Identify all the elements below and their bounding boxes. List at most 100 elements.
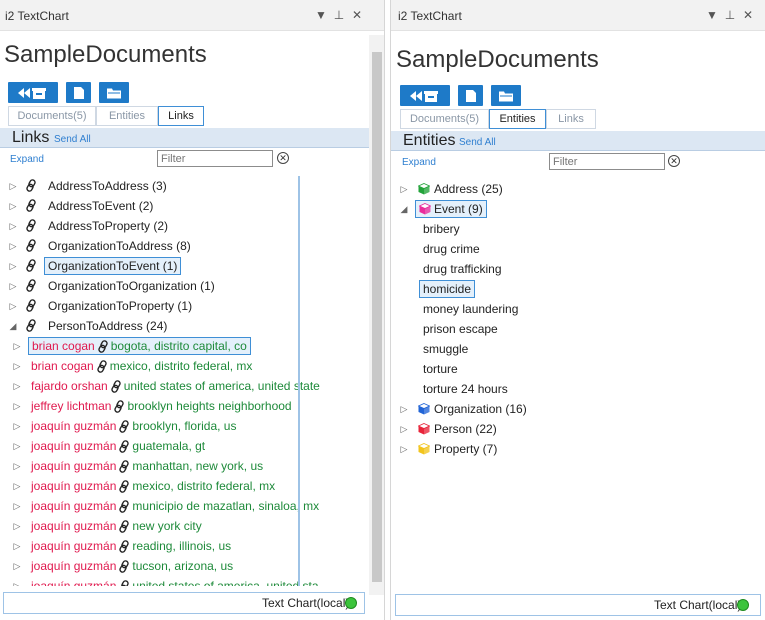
expand-arrow-icon[interactable]: ▷ [12,536,22,556]
expand-link[interactable]: Expand [402,157,436,168]
new-document-button[interactable] [66,82,91,103]
close-icon[interactable]: ✕ [740,6,756,24]
entity-item-label: torture [423,362,458,376]
expand-arrow-icon[interactable]: ▷ [12,576,22,586]
link-group-row[interactable]: ▷ AddressToAddress (3) [0,176,369,196]
send-all-link[interactable]: Send All [54,134,91,145]
expand-link[interactable]: Expand [10,154,44,165]
rewind-archive-button[interactable] [400,85,450,106]
link-group-row[interactable]: ◢ PersonToAddress (24) [0,316,369,336]
filter-input[interactable] [549,153,665,170]
expand-arrow-icon[interactable]: ▷ [8,196,18,216]
expand-arrow-icon[interactable]: ▷ [399,399,409,419]
collapse-arrow-icon[interactable]: ◢ [399,199,409,219]
link-group-row[interactable]: ▷ OrganizationToEvent (1) [0,256,369,276]
pin-icon[interactable]: ⊥ [722,6,738,24]
expand-arrow-icon[interactable]: ▷ [8,176,18,196]
expand-arrow-icon[interactable]: ▷ [12,436,22,456]
collapse-arrow-icon[interactable]: ◢ [8,316,18,336]
link-group-row[interactable]: ▷ AddressToProperty (2) [0,216,369,236]
link-group-row[interactable]: ▷ OrganizationToOrganization (1) [0,276,369,296]
expand-arrow-icon[interactable]: ▷ [12,396,22,416]
entity-type-text: Event (9) [434,202,483,216]
expand-arrow-icon[interactable]: ▷ [12,356,22,376]
expand-arrow-icon[interactable]: ▷ [12,416,22,436]
link-target-name: mexico, distrito federal, mx [132,479,276,493]
entity-type-row[interactable]: ▷ Property (7) [391,439,765,459]
entity-type-row[interactable]: ▷ Organization (16) [391,399,765,419]
close-icon[interactable]: ✕ [349,6,365,24]
person-link-row[interactable]: ▷ brian cogan bogota, distrito capital, co [0,336,369,356]
entity-item-row[interactable]: drug trafficking [391,259,765,279]
expand-arrow-icon[interactable]: ▷ [8,296,18,316]
expand-arrow-icon[interactable]: ▷ [12,456,22,476]
tab-entities[interactable]: Entities [489,109,546,129]
expand-arrow-icon[interactable]: ▷ [399,179,409,199]
tab-documents[interactable]: Documents(5) [400,109,489,129]
open-folder-button[interactable] [491,85,521,106]
document-icon [73,86,84,99]
open-folder-button[interactable] [99,82,129,103]
person-link-row[interactable]: ▷ joaquín guzmán guatemala, gt [0,436,369,456]
entity-item-row[interactable]: homicide [391,279,765,299]
expand-arrow-icon[interactable]: ▷ [12,476,22,496]
expand-arrow-icon[interactable]: ▷ [8,216,18,236]
new-document-button[interactable] [458,85,483,106]
expand-arrow-icon[interactable]: ▷ [12,376,22,396]
link-group-row[interactable]: ▷ OrganizationToAddress (8) [0,236,369,256]
person-link-row[interactable]: ▷ joaquín guzmán new york city [0,516,369,536]
person-link-row[interactable]: ▷ joaquín guzmán reading, illinois, us [0,536,369,556]
expand-arrow-icon[interactable]: ▷ [399,439,409,459]
person-link-label: joaquín guzmán manhattan, new york, us [31,456,263,476]
person-link-row[interactable]: ▷ joaquín guzmán brooklyn, florida, us [0,416,369,436]
tab-documents[interactable]: Documents(5) [8,106,96,126]
link-group-row[interactable]: ▷ AddressToEvent (2) [0,196,369,216]
entity-item-row[interactable]: prison escape [391,319,765,339]
person-link-row[interactable]: ▷ joaquín guzmán united states of america,… [0,576,369,586]
expand-arrow-icon[interactable]: ▷ [8,256,18,276]
dropdown-icon[interactable]: ▼ [704,6,720,24]
entity-item-row[interactable]: bribery [391,219,765,239]
link-group-row[interactable]: ▷ OrganizationToProperty (1) [0,296,369,316]
person-link-label: joaquín guzmán brooklyn, florida, us [31,416,236,436]
tab-entities[interactable]: Entities [96,106,158,126]
entity-item-row[interactable]: drug crime [391,239,765,259]
rewind-archive-icon [18,87,46,99]
entity-type-row[interactable]: ▷ Address (25) [391,179,765,199]
scrollbar-thumb[interactable] [372,52,382,582]
person-link-row[interactable]: ▷ fajardo orshan united states of america,… [0,376,369,396]
tree-focus-indicator [298,176,300,586]
expand-arrow-icon[interactable]: ▷ [12,516,22,536]
entity-item-row[interactable]: torture 24 hours [391,379,765,399]
dropdown-icon[interactable]: ▼ [313,6,329,24]
person-link-row[interactable]: ▷ joaquín guzmán municipio de mazatlan, si… [0,496,369,516]
link-icon [119,560,130,573]
expand-arrow-icon[interactable]: ▷ [12,496,22,516]
entity-item-row[interactable]: money laundering [391,299,765,319]
person-link-row[interactable]: ▷ brian cogan mexico, distrito federal, mx [0,356,369,376]
tab-links[interactable]: Links [546,109,596,129]
clear-filter-icon[interactable]: ✕ [668,155,680,167]
send-all-link[interactable]: Send All [459,137,496,148]
filter-input[interactable] [157,150,273,167]
link-icon [114,400,125,413]
person-link-row[interactable]: ▷ jeffrey lichtman brooklyn heights neighb… [0,396,369,416]
entity-type-label: Organization (16) [434,402,527,416]
person-link-row[interactable]: ▷ joaquín guzmán manhattan, new york, us [0,456,369,476]
rewind-archive-button[interactable] [8,82,58,103]
entity-type-row[interactable]: ◢ Event (9) [391,199,765,219]
person-link-row[interactable]: ▷ joaquín guzmán tucson, arizona, us [0,556,369,576]
entity-item-row[interactable]: smuggle [391,339,765,359]
expand-arrow-icon[interactable]: ▷ [8,276,18,296]
expand-arrow-icon[interactable]: ▷ [12,336,22,356]
expand-arrow-icon[interactable]: ▷ [8,236,18,256]
entity-item-row[interactable]: torture [391,359,765,379]
tab-links[interactable]: Links [158,106,204,126]
link-source-name: joaquín guzmán [31,419,117,433]
entity-type-row[interactable]: ▷ Person (22) [391,419,765,439]
clear-filter-icon[interactable]: ✕ [277,152,289,164]
expand-arrow-icon[interactable]: ▷ [399,419,409,439]
person-link-row[interactable]: ▷ joaquín guzmán mexico, distrito federal,… [0,476,369,496]
pin-icon[interactable]: ⊥ [331,6,347,24]
expand-arrow-icon[interactable]: ▷ [12,556,22,576]
